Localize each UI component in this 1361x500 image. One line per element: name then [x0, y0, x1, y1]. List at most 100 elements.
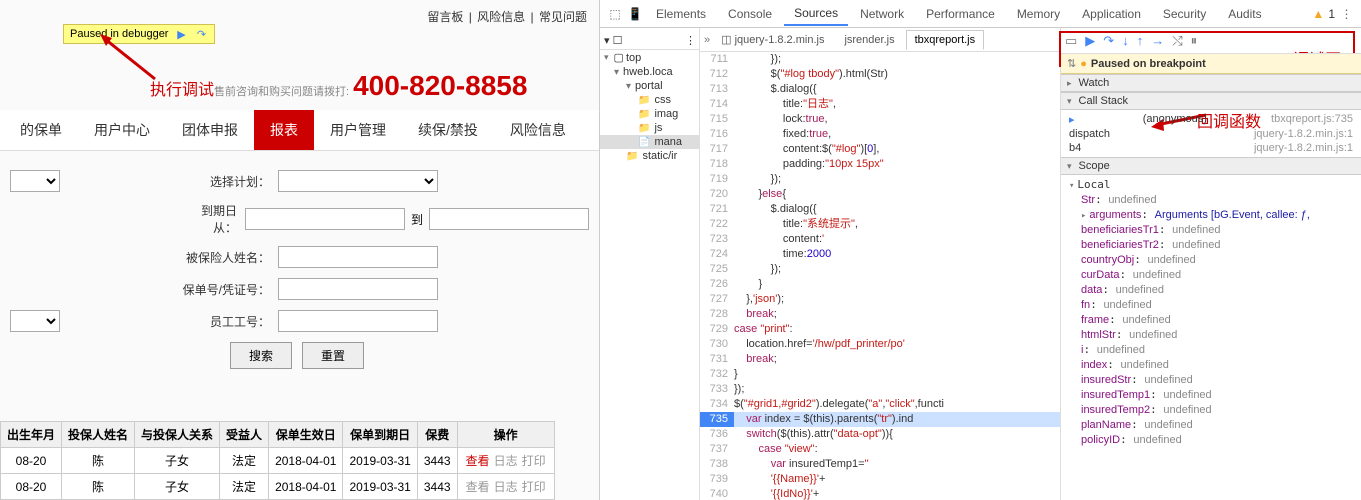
tree-more-icon[interactable]: ⋮	[685, 34, 695, 47]
step-over-icon[interactable]: ↷	[194, 27, 208, 41]
nav-risk[interactable]: 风险信息	[494, 110, 582, 150]
scope-var-data[interactable]: data: undefined	[1061, 282, 1361, 297]
tab-performance[interactable]: Performance	[916, 3, 1005, 25]
code-line-731[interactable]: 731 break;	[700, 352, 1060, 367]
nav-report[interactable]: 报表	[254, 110, 314, 150]
scope-var-frame[interactable]: frame: undefined	[1061, 312, 1361, 327]
op-打印[interactable]: 打印	[522, 454, 546, 468]
nav-user-center[interactable]: 用户中心	[78, 110, 166, 150]
pause-exceptions-icon[interactable]: ⏸	[1191, 33, 1198, 49]
op-日志[interactable]: 日志	[494, 454, 518, 468]
nav-policy[interactable]: 的保单	[4, 110, 78, 150]
tab-application[interactable]: Application	[1072, 3, 1151, 25]
inspect-icon[interactable]: ⬚	[606, 5, 624, 23]
code-line-739[interactable]: 739 '{{Name}}'+	[700, 472, 1060, 487]
code-tabs-more-icon[interactable]: »	[704, 34, 710, 46]
scope-var-index[interactable]: index: undefined	[1061, 357, 1361, 372]
op-查看[interactable]: 查看	[466, 480, 490, 494]
op-打印[interactable]: 打印	[522, 480, 546, 494]
tree-top[interactable]: ▢ top	[600, 50, 699, 65]
hide-debugger-icon[interactable]: ▭	[1065, 33, 1077, 49]
nav-group[interactable]: 团体申报	[166, 110, 254, 150]
scope-local[interactable]: Local	[1061, 177, 1361, 192]
scope-var-beneficiariesTr2[interactable]: beneficiariesTr2: undefined	[1061, 237, 1361, 252]
code-line-724[interactable]: 724 time:2000	[700, 247, 1060, 262]
tab-elements[interactable]: Elements	[646, 3, 716, 25]
tab-audits[interactable]: Audits	[1218, 3, 1271, 25]
code-tab-tbxqreport[interactable]: tbxqreport.js	[906, 30, 985, 50]
code-line-729[interactable]: 729case "print":	[700, 322, 1060, 337]
code-line-738[interactable]: 738 var insuredTemp1=''	[700, 457, 1060, 472]
device-icon[interactable]: 📱	[626, 5, 644, 23]
code-line-735[interactable]: 735 var index = $(this).parents("tr").in…	[700, 412, 1060, 427]
code-tab-jsrender[interactable]: jsrender.js	[835, 30, 903, 50]
code-line-732[interactable]: 732}	[700, 367, 1060, 382]
scope-var-htmlStr[interactable]: htmlStr: undefined	[1061, 327, 1361, 342]
code-line-711[interactable]: 711 });	[700, 52, 1060, 67]
date-from-input[interactable]	[245, 208, 405, 230]
code-line-718[interactable]: 718 padding:"10px 15px"	[700, 157, 1060, 172]
code-line-723[interactable]: 723 content:'	[700, 232, 1060, 247]
link-risk[interactable]: 风险信息	[477, 10, 525, 24]
code-line-717[interactable]: 717 content:$("#log")[0],	[700, 142, 1060, 157]
op-查看[interactable]: 查看	[466, 454, 490, 468]
date-to-input[interactable]	[429, 208, 589, 230]
tab-console[interactable]: Console	[718, 3, 782, 25]
up-down-icon[interactable]: ⇅	[1067, 57, 1076, 70]
code-line-721[interactable]: 721 $.dialog({	[700, 202, 1060, 217]
scope-var-insuredTemp1[interactable]: insuredTemp1: undefined	[1061, 387, 1361, 402]
stack-frame[interactable]: dispatchjquery-1.8.2.min.js:1	[1061, 127, 1361, 141]
step-into-icon[interactable]: ↓	[1122, 33, 1129, 48]
code-line-733[interactable]: 733});	[700, 382, 1060, 397]
code-line-725[interactable]: 725 });	[700, 262, 1060, 277]
code-line-719[interactable]: 719 });	[700, 172, 1060, 187]
step-icon[interactable]: →	[1151, 33, 1164, 48]
select-1[interactable]	[10, 170, 60, 192]
scope-section[interactable]: Scope	[1061, 157, 1361, 175]
emp-no-input[interactable]	[278, 310, 438, 332]
op-日志[interactable]: 日志	[494, 480, 518, 494]
tree-js[interactable]: js	[600, 121, 699, 135]
tree-domain[interactable]: hweb.loca	[600, 65, 699, 79]
scope-var-arguments[interactable]: arguments: Arguments [bG.Event, callee: …	[1061, 207, 1361, 222]
nav-renew[interactable]: 续保/禁投	[402, 110, 494, 150]
code-tab-jquery[interactable]: ◫ jquery-1.8.2.min.js	[712, 29, 833, 50]
resume-script-icon[interactable]: ▶	[1085, 33, 1095, 49]
tab-memory[interactable]: Memory	[1007, 3, 1070, 25]
scope-var-curData[interactable]: curData: undefined	[1061, 267, 1361, 282]
code-line-720[interactable]: 720 }else{	[700, 187, 1060, 202]
resume-icon[interactable]: ▶	[174, 27, 188, 41]
tree-mana[interactable]: mana	[600, 135, 699, 149]
code-line-728[interactable]: 728 break;	[700, 307, 1060, 322]
code-line-712[interactable]: 712 $("#log tbody").html(Str)	[700, 67, 1060, 82]
code-line-730[interactable]: 730 location.href='/hw/pdf_printer/po'	[700, 337, 1060, 352]
tree-imag[interactable]: imag	[600, 107, 699, 121]
code-line-734[interactable]: 734$("#grid1,#grid2").delegate("a","clic…	[700, 397, 1060, 412]
step-over-icon[interactable]: ↷	[1103, 33, 1114, 49]
scope-var-insuredTemp2[interactable]: insuredTemp2: undefined	[1061, 402, 1361, 417]
scope-var-fn[interactable]: fn: undefined	[1061, 297, 1361, 312]
tab-sources[interactable]: Sources	[784, 2, 848, 26]
code-line-713[interactable]: 713 $.dialog({	[700, 82, 1060, 97]
code-line-736[interactable]: 736 switch($(this).attr("data-opt")){	[700, 427, 1060, 442]
tree-static[interactable]: static/ir	[600, 149, 699, 163]
code-line-715[interactable]: 715 lock:true,	[700, 112, 1060, 127]
tree-portal[interactable]: portal	[600, 79, 699, 93]
scope-var-countryObj[interactable]: countryObj: undefined	[1061, 252, 1361, 267]
link-faq[interactable]: 常见问题	[539, 10, 587, 24]
search-button[interactable]: 搜索	[230, 342, 292, 369]
code-editor[interactable]: 711 });712 $("#log tbody").html(Str)713 …	[700, 52, 1060, 500]
tree-css[interactable]: css	[600, 93, 699, 107]
insured-name-input[interactable]	[278, 246, 438, 268]
callstack-section[interactable]: Call Stack	[1061, 92, 1361, 110]
code-line-726[interactable]: 726 }	[700, 277, 1060, 292]
tab-security[interactable]: Security	[1153, 3, 1216, 25]
reset-button[interactable]: 重置	[302, 342, 364, 369]
code-line-737[interactable]: 737 case "view":	[700, 442, 1060, 457]
page-dropdown[interactable]: ▾ ☐	[604, 34, 622, 47]
code-line-727[interactable]: 727 },'json');	[700, 292, 1060, 307]
policy-no-input[interactable]	[278, 278, 438, 300]
more-icon[interactable]: ⋮	[1337, 5, 1355, 23]
code-line-740[interactable]: 740 '{{IdNo}}'+	[700, 487, 1060, 500]
tab-network[interactable]: Network	[850, 3, 914, 25]
